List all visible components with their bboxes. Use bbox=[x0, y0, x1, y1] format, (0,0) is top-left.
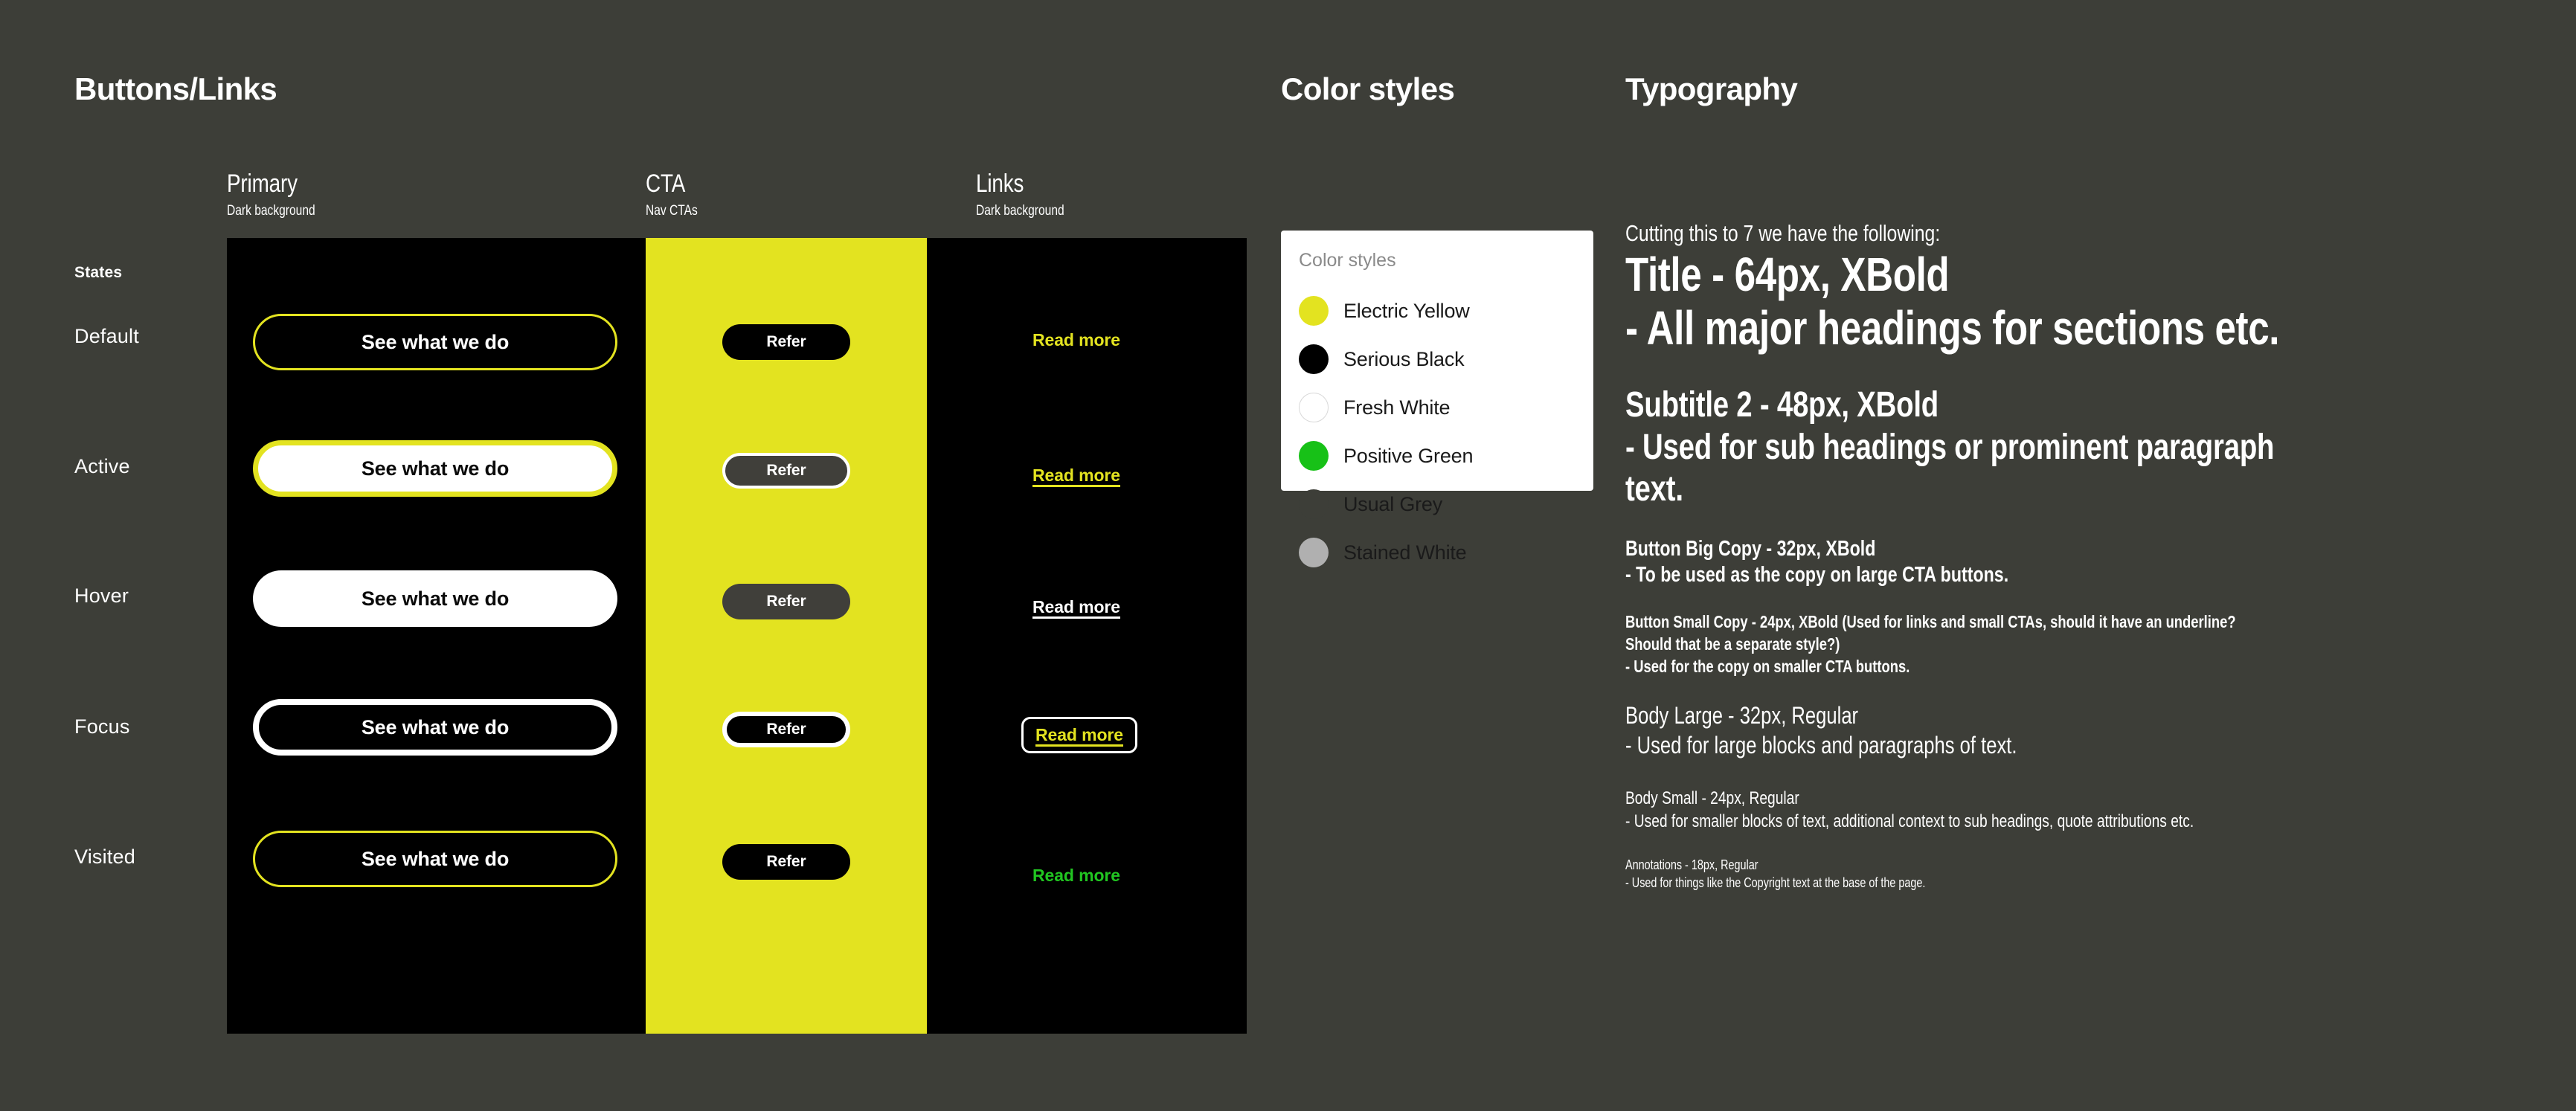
typo-body-small-name: Body Small - 24px, Regular bbox=[1625, 788, 1799, 809]
primary-button-visited[interactable]: See what we do bbox=[253, 831, 617, 887]
section-title-buttons-links: Buttons/Links bbox=[74, 71, 277, 106]
column-header-cta: CTA Nav CTAs bbox=[646, 170, 709, 219]
state-label-active: Active bbox=[74, 455, 130, 477]
color-swatch-icon bbox=[1299, 441, 1329, 471]
typo-button-small-name-line2: Should that be a separate style?) bbox=[1625, 634, 1840, 654]
color-swatch-icon bbox=[1299, 538, 1329, 567]
typo-button-big-desc: - To be used as the copy on large CTA bu… bbox=[1625, 563, 2009, 587]
link-visited[interactable]: Read more bbox=[1032, 866, 1120, 886]
link-default[interactable]: Read more bbox=[1032, 330, 1120, 350]
color-row-electric-yellow[interactable]: Electric Yellow bbox=[1299, 296, 1470, 326]
color-name-serious-black: Serious Black bbox=[1343, 347, 1465, 370]
typo-title-block: Title - 64px, XBold - All major headings… bbox=[1625, 248, 2540, 355]
column-header-primary-name: Primary bbox=[227, 170, 298, 198]
color-swatch-icon bbox=[1299, 296, 1329, 326]
column-header-links-sub: Dark background bbox=[976, 203, 1064, 219]
typo-button-small-copy-block: Button Small Copy - 24px, XBold (Used fo… bbox=[1625, 611, 2540, 678]
color-row-fresh-white[interactable]: Fresh White bbox=[1299, 393, 1451, 422]
design-system-canvas: Buttons/Links Color styles Typography Pr… bbox=[0, 0, 2576, 1111]
primary-button-hover[interactable]: See what we do bbox=[253, 570, 617, 627]
color-styles-card: Color styles Electric Yellow Serious Bla… bbox=[1281, 231, 1593, 567]
column-header-primary-sub: Dark background bbox=[227, 203, 315, 219]
section-title-color-styles: Color styles bbox=[1281, 71, 1455, 106]
color-styles-card-title: Color styles bbox=[1299, 250, 1396, 271]
column-header-links-name: Links bbox=[976, 170, 1024, 198]
typo-subtitle2-name: Subtitle 2 - 48px, XBold bbox=[1625, 385, 1939, 425]
typo-title-desc: - All major headings for sections etc. bbox=[1625, 300, 2280, 355]
typo-body-large-desc: - Used for large blocks and paragraphs o… bbox=[1625, 731, 2017, 759]
cta-button-hover[interactable]: Refer bbox=[722, 584, 850, 619]
primary-button-default[interactable]: See what we do bbox=[253, 314, 617, 370]
color-swatch-icon bbox=[1299, 344, 1329, 374]
color-name-positive-green: Positive Green bbox=[1343, 444, 1474, 467]
typo-subtitle2-desc-line1: - Used for sub headings or prominent par… bbox=[1625, 427, 2275, 467]
cta-buttons-panel: Refer Refer Refer Refer Refer bbox=[646, 238, 927, 1034]
color-name-stained-white: Stained White bbox=[1343, 541, 1467, 564]
cta-button-default[interactable]: Refer bbox=[722, 324, 850, 360]
column-header-cta-sub: Nav CTAs bbox=[646, 203, 698, 219]
typo-subtitle2-block: Subtitle 2 - 48px, XBold - Used for sub … bbox=[1625, 384, 2540, 511]
color-name-usual-grey: Usual Grey bbox=[1343, 492, 1443, 515]
state-label-hover: Hover bbox=[74, 585, 129, 607]
state-label-focus: Focus bbox=[74, 715, 130, 738]
typo-annotations-name: Annotations - 18px, Regular bbox=[1625, 857, 1758, 872]
states-column-header: States bbox=[74, 264, 123, 281]
link-active[interactable]: Read more bbox=[1032, 466, 1120, 486]
typo-title-name: Title - 64px, XBold bbox=[1625, 247, 1950, 301]
cta-button-focus[interactable]: Refer bbox=[722, 712, 850, 747]
color-name-fresh-white: Fresh White bbox=[1343, 396, 1451, 419]
color-row-stained-white[interactable]: Stained White bbox=[1299, 538, 1467, 567]
column-header-cta-name: CTA bbox=[646, 170, 686, 198]
column-header-primary: Primary Dark background bbox=[227, 170, 335, 219]
typo-button-small-name-line1: Button Small Copy - 24px, XBold (Used fo… bbox=[1625, 611, 2236, 631]
color-row-usual-grey[interactable]: Usual Grey bbox=[1299, 489, 1442, 519]
typo-body-large-name: Body Large - 32px, Regular bbox=[1625, 701, 1859, 729]
primary-buttons-panel: See what we do See what we do See what w… bbox=[227, 238, 646, 1034]
primary-button-focus[interactable]: See what we do bbox=[253, 699, 617, 756]
color-swatch-icon bbox=[1299, 489, 1329, 519]
typo-body-large-block: Body Large - 32px, Regular - Used for la… bbox=[1625, 701, 2540, 761]
primary-button-active[interactable]: See what we do bbox=[253, 440, 617, 497]
typo-intro-block: Cutting this to 7 we have the following: bbox=[1625, 220, 2540, 248]
typo-subtitle2-desc-line2: text. bbox=[1625, 469, 1683, 509]
typo-annotations-desc: - Used for things like the Copyright tex… bbox=[1625, 875, 1926, 890]
typography-specimen-list: Cutting this to 7 we have the following:… bbox=[1625, 220, 2540, 892]
color-row-serious-black[interactable]: Serious Black bbox=[1299, 344, 1465, 374]
typo-body-small-desc: - Used for smaller blocks of text, addit… bbox=[1625, 811, 2194, 832]
state-label-default: Default bbox=[74, 325, 139, 347]
cta-button-visited[interactable]: Refer bbox=[722, 844, 850, 880]
typo-button-small-desc: - Used for the copy on smaller CTA butto… bbox=[1625, 656, 1910, 676]
color-row-positive-green[interactable]: Positive Green bbox=[1299, 441, 1473, 471]
link-hover[interactable]: Read more bbox=[1032, 597, 1120, 617]
link-focus[interactable]: Read more bbox=[1021, 717, 1137, 753]
state-label-visited: Visited bbox=[74, 846, 135, 868]
typo-button-big-copy-block: Button Big Copy - 32px, XBold - To be us… bbox=[1625, 536, 2540, 589]
column-header-links: Links Dark background bbox=[976, 170, 1084, 219]
links-panel: Read more Read more Read more Read more … bbox=[927, 238, 1247, 1034]
typo-intro-line: Cutting this to 7 we have the following: bbox=[1625, 220, 1941, 246]
color-swatch-icon bbox=[1299, 393, 1329, 422]
typo-button-big-name: Button Big Copy - 32px, XBold bbox=[1625, 537, 1876, 561]
typo-body-small-block: Body Small - 24px, Regular - Used for sm… bbox=[1625, 787, 2540, 833]
typo-annotations-block: Annotations - 18px, Regular - Used for t… bbox=[1625, 856, 2540, 892]
cta-button-active[interactable]: Refer bbox=[722, 453, 850, 489]
section-title-typography: Typography bbox=[1625, 71, 1798, 106]
color-name-electric-yellow: Electric Yellow bbox=[1343, 299, 1470, 322]
